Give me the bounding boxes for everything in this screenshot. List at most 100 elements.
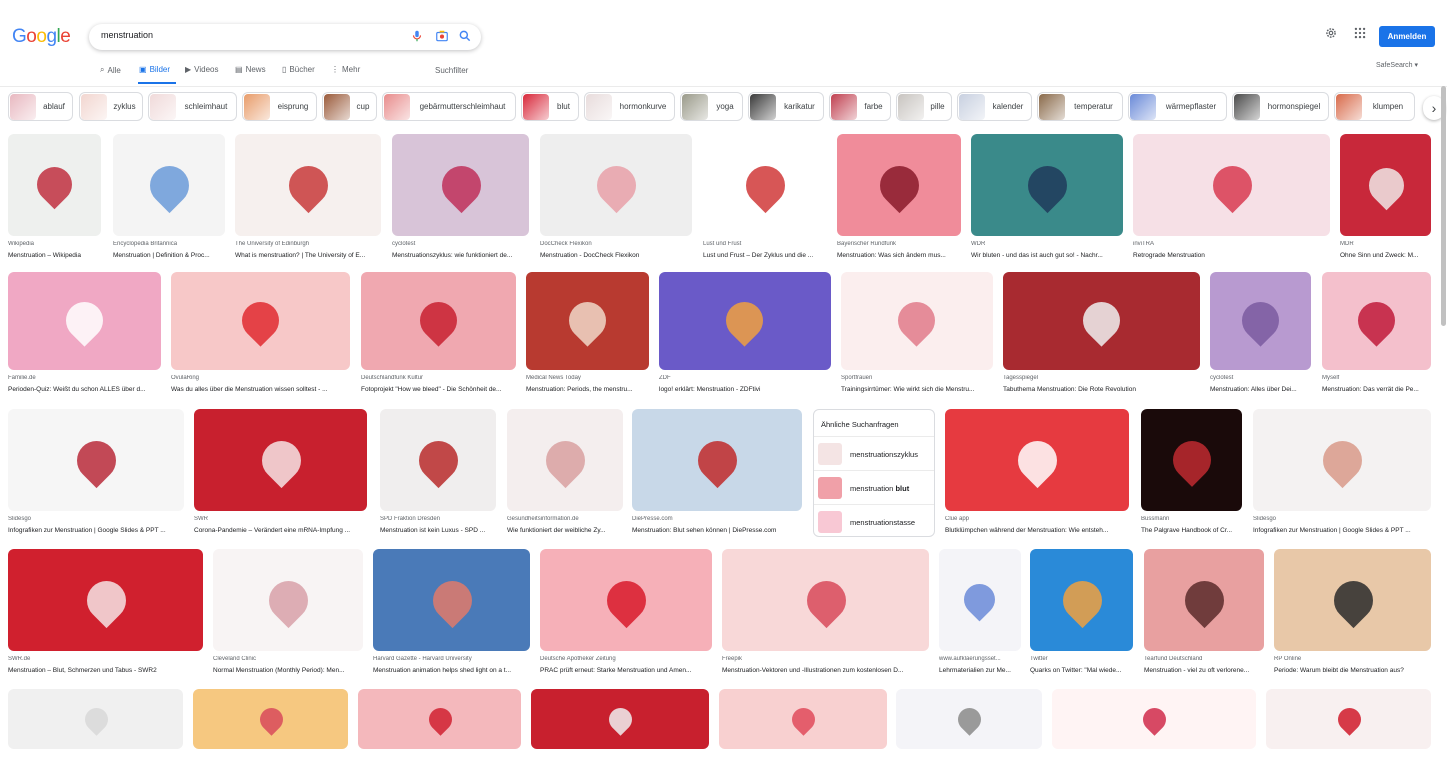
result-image[interactable] — [171, 272, 350, 370]
result-image[interactable] — [841, 272, 993, 370]
result-title[interactable]: The Palgrave Handbook of Cr... — [1141, 527, 1242, 534]
result-image[interactable] — [719, 689, 887, 749]
result-title[interactable]: logo! erklärt: Menstruation - ZDFtivi — [659, 386, 831, 393]
chip-hormonspiegel[interactable]: hormonspiegel — [1232, 92, 1329, 121]
result-image[interactable] — [8, 409, 184, 511]
result-image[interactable] — [1322, 272, 1431, 370]
result-image[interactable] — [1052, 689, 1256, 749]
result-source[interactable]: SWR.de — [8, 656, 203, 662]
image-result-card[interactable]: Deutschlandfunk Kultur Fotoprojekt "How w… — [361, 272, 516, 400]
result-image[interactable] — [8, 134, 101, 236]
result-title[interactable]: Menstruation – Wikipedia — [8, 252, 101, 259]
chip-hormonkurve[interactable]: hormonkurve — [584, 92, 675, 121]
safesearch-dropdown[interactable]: SafeSearch ▾ — [1376, 61, 1418, 69]
result-image[interactable] — [1253, 409, 1431, 511]
image-result-card[interactable]: Encyclopedia Britannica Menstruation | De… — [113, 134, 225, 266]
camera-search-icon[interactable] — [435, 29, 449, 43]
result-source[interactable]: DiePresse.com — [632, 516, 802, 522]
result-title[interactable]: Menstruation: Das verrät die Pe... — [1322, 386, 1431, 393]
image-result-card[interactable]: Gesundheitsinformation.de Wie funktionier… — [507, 409, 623, 541]
image-result-card[interactable]: cyclotest Menstruation: Alles über Dei... — [1210, 272, 1311, 400]
chip-cup[interactable]: cup — [322, 92, 377, 121]
result-source[interactable]: MDR — [1340, 241, 1431, 247]
result-title[interactable]: Menstruation ist kein Luxus - SPD ... — [380, 527, 496, 534]
chip-kalender[interactable]: kalender — [957, 92, 1032, 121]
image-result-card[interactable]: SPD Fraktion Dresden Menstruation ist kei… — [380, 409, 496, 541]
result-image[interactable] — [659, 272, 831, 370]
result-image[interactable] — [8, 272, 161, 370]
result-image[interactable] — [8, 689, 183, 749]
result-image[interactable] — [896, 689, 1042, 749]
result-image[interactable] — [1266, 689, 1431, 749]
result-title[interactable]: Menstruation - DocCheck Flexikon — [540, 252, 692, 259]
result-source[interactable]: cyclotest — [392, 241, 529, 247]
search-icon[interactable] — [458, 29, 472, 43]
chip-karikatur[interactable]: karikatur — [748, 92, 824, 121]
result-source[interactable]: Harvard Gazette - Harvard University — [373, 656, 530, 662]
result-source[interactable]: cyclotest — [1210, 375, 1311, 381]
result-title[interactable]: What is menstruation? | The University o… — [235, 252, 381, 259]
image-result-card[interactable] — [1052, 689, 1256, 779]
result-title[interactable]: Periode: Warum bleibt die Menstruation a… — [1274, 667, 1431, 674]
chip-temperatur[interactable]: temperatur — [1037, 92, 1123, 121]
image-result-card[interactable]: ZDF logo! erklärt: Menstruation - ZDFtivi — [659, 272, 831, 400]
result-title[interactable]: Menstruation: Was sich ändern mus... — [837, 252, 961, 259]
image-result-card[interactable]: Myself Menstruation: Das verrät die Pe... — [1322, 272, 1431, 400]
image-result-card[interactable]: SWR Corona-Pandemie – Verändert eine mRNA… — [194, 409, 367, 541]
image-result-card[interactable]: MDR Ohne Sinn und Zweck: M... — [1340, 134, 1431, 266]
result-title[interactable]: Ohne Sinn und Zweck: M... — [1340, 252, 1431, 259]
image-result-card[interactable]: Cleveland Clinic Normal Menstruation (Mon… — [213, 549, 363, 681]
related-search-item[interactable]: menstruationstasse — [814, 504, 934, 539]
image-result-card[interactable]: Slidesgo Infografiken zur Menstruation | … — [8, 409, 184, 541]
result-source[interactable]: Myself — [1322, 375, 1431, 381]
image-result-card[interactable]: Tagesspiegel Tabuthema Menstruation: Die … — [1003, 272, 1200, 400]
result-image[interactable] — [1340, 134, 1431, 236]
settings-gear-icon[interactable] — [1324, 26, 1338, 45]
image-result-card[interactable] — [8, 689, 183, 779]
result-source[interactable]: Familie.de — [8, 375, 161, 381]
result-source[interactable]: Encyclopedia Britannica — [113, 241, 225, 247]
result-source[interactable]: Wikipedia — [8, 241, 101, 247]
result-image[interactable] — [971, 134, 1123, 236]
image-result-card[interactable] — [896, 689, 1042, 779]
image-result-card[interactable]: Tearfund Deutschland Menstruation - viel … — [1144, 549, 1264, 681]
chip-pille[interactable]: pille — [896, 92, 952, 121]
related-search-item[interactable]: menstruationszyklus — [814, 436, 934, 471]
related-search-item[interactable]: menstruation blut — [814, 470, 934, 505]
image-result-card[interactable]: OvulaRing Was du alles über die Menstruat… — [171, 272, 350, 400]
result-title[interactable]: Trainingsirrtümer: Wie wirkt sich die Me… — [841, 386, 993, 393]
result-source[interactable]: Lust und Frust — [703, 241, 827, 247]
result-image[interactable] — [193, 689, 348, 749]
result-title[interactable]: Retrograde Menstruation — [1133, 252, 1330, 259]
chip-farbe[interactable]: farbe — [829, 92, 891, 121]
result-title[interactable]: Infografiken zur Menstruation | Google S… — [8, 527, 184, 534]
tab-alle[interactable]: ⌕ Alle — [100, 65, 121, 75]
result-source[interactable]: Bussmann — [1141, 516, 1242, 522]
tab-bücher[interactable]: ▯ Bücher — [282, 65, 315, 74]
image-result-card[interactable] — [358, 689, 521, 779]
result-title[interactable]: Menstruation – Blut, Schmerzen und Tabus… — [8, 667, 203, 674]
result-image[interactable] — [213, 549, 363, 651]
google-logo[interactable]: Google — [12, 26, 71, 48]
result-title[interactable]: Tabuthema Menstruation: Die Rote Revolut… — [1003, 386, 1200, 393]
result-image[interactable] — [1210, 272, 1311, 370]
result-image[interactable] — [235, 134, 381, 236]
chip-klumpen[interactable]: klumpen — [1334, 92, 1415, 121]
image-result-card[interactable]: Bayerischer Rundfunk Menstruation: Was si… — [837, 134, 961, 266]
result-image[interactable] — [703, 134, 827, 236]
image-result-card[interactable]: www.aufklaerungsset... Lehrmaterialien zu… — [939, 549, 1021, 681]
signin-button[interactable]: Anmelden — [1379, 26, 1435, 47]
image-result-card[interactable] — [193, 689, 348, 779]
chip-eisprung[interactable]: eisprung — [242, 92, 317, 121]
result-source[interactable]: Twitter — [1030, 656, 1133, 662]
result-source[interactable]: Gesundheitsinformation.de — [507, 516, 623, 522]
result-source[interactable]: WDR — [971, 241, 1123, 247]
image-result-card[interactable]: RP Online Periode: Warum bleibt die Menst… — [1274, 549, 1431, 681]
result-image[interactable] — [526, 272, 649, 370]
tab-mehr[interactable]: ⋮ Mehr — [331, 65, 360, 74]
result-image[interactable] — [945, 409, 1129, 511]
result-image[interactable] — [361, 272, 516, 370]
image-result-card[interactable] — [719, 689, 887, 779]
result-image[interactable] — [358, 689, 521, 749]
image-result-card[interactable] — [1266, 689, 1431, 779]
